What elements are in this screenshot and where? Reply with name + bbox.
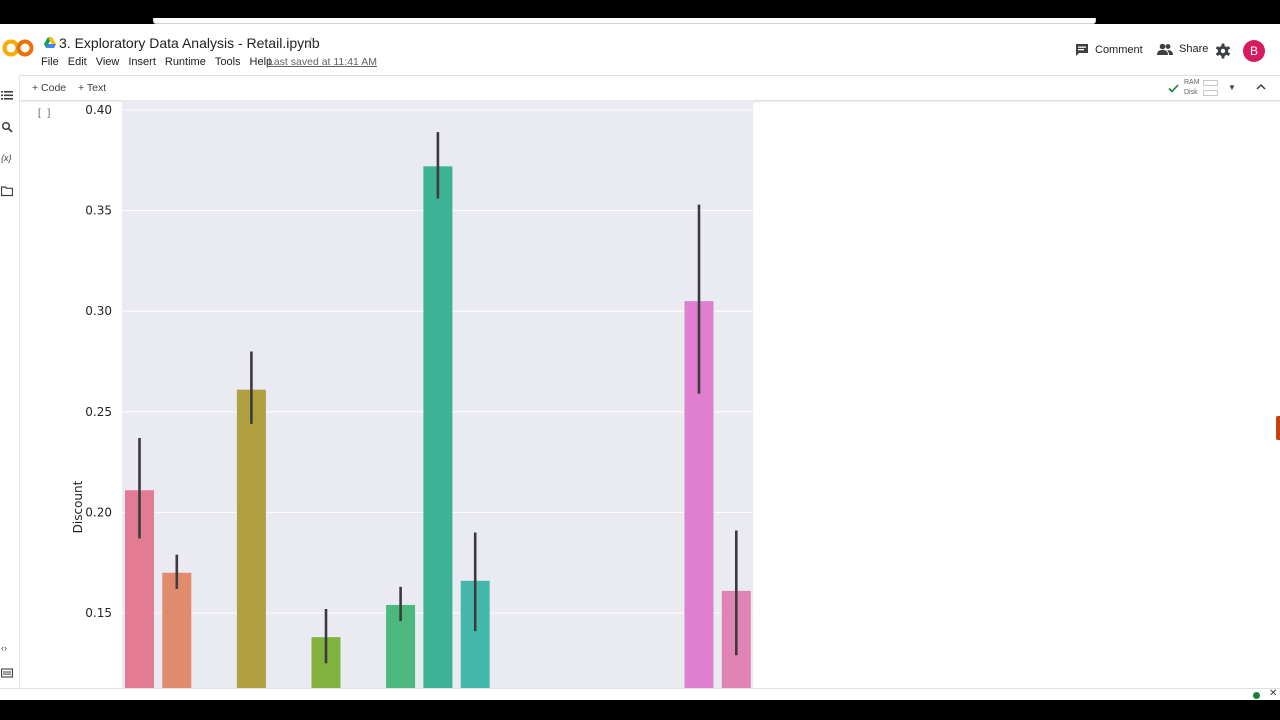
avatar[interactable]: B <box>1243 40 1265 62</box>
comment-label: Comment <box>1095 43 1143 56</box>
connected-status-icon <box>1253 692 1260 699</box>
discount-bar-chart: 0.15 0.20 0.25 0.30 0.35 0.40 Discount <box>71 100 753 690</box>
share-button[interactable]: Share <box>1157 43 1208 55</box>
colab-app: 3. Exploratory Data Analysis - Retail.ip… <box>0 24 1280 700</box>
search-icon[interactable] <box>1 121 13 133</box>
header: 3. Exploratory Data Analysis - Retail.ip… <box>0 24 1280 75</box>
star-outline-icon[interactable]: ☆ <box>305 34 318 51</box>
menu-tools[interactable]: Tools <box>215 56 241 68</box>
scroll-marker[interactable] <box>1276 416 1280 440</box>
menu-bar: File Edit View Insert Runtime Tools Help <box>41 56 281 68</box>
ram-label: RAM <box>1184 79 1200 86</box>
close-icon[interactable]: ✕ <box>1269 688 1277 699</box>
disk-label: Disk <box>1184 89 1198 96</box>
disk-meter <box>1203 90 1218 96</box>
comment-icon <box>1076 44 1088 56</box>
left-sidebar: {x} ‹› <box>0 75 20 700</box>
y-tick-label: 0.30 <box>85 304 112 318</box>
y-tick-label: 0.20 <box>85 505 112 519</box>
chevron-up-icon[interactable] <box>1256 83 1266 91</box>
resource-monitor[interactable]: RAM Disk ▼ <box>1168 78 1238 98</box>
ram-meter <box>1203 80 1218 86</box>
y-tick-label: 0.40 <box>85 103 112 117</box>
add-code-button[interactable]: + Code <box>32 82 66 94</box>
menu-view[interactable]: View <box>96 56 120 68</box>
notebook-title[interactable]: 3. Exploratory Data Analysis - Retail.ip… <box>59 35 320 51</box>
menu-file[interactable]: File <box>41 56 59 68</box>
table-of-contents-icon[interactable] <box>1 89 13 101</box>
add-text-button[interactable]: + Text <box>78 82 106 94</box>
bar <box>162 572 192 690</box>
code-icon[interactable]: ‹› <box>1 643 13 655</box>
variables-icon[interactable]: {x} <box>1 153 13 165</box>
notebook-toolbar: + Code + Text RAM Disk ▼ <box>20 75 1280 101</box>
gear-icon[interactable] <box>1215 43 1231 59</box>
bottom-black-bar <box>0 700 1280 720</box>
top-black-bar <box>0 0 1280 20</box>
y-axis-label: Discount <box>71 480 85 533</box>
folder-icon[interactable] <box>1 185 13 197</box>
terminal-icon[interactable] <box>1 667 13 679</box>
menu-runtime[interactable]: Runtime <box>165 56 206 68</box>
y-tick-label: 0.35 <box>85 204 112 218</box>
y-tick-label: 0.25 <box>85 405 112 419</box>
comment-button[interactable]: Comment <box>1075 43 1143 56</box>
chevron-down-icon[interactable]: ▼ <box>1228 83 1236 92</box>
people-icon <box>1157 43 1173 55</box>
google-drive-icon[interactable] <box>44 37 56 48</box>
colab-logo-icon[interactable] <box>2 36 34 60</box>
bar <box>423 166 453 690</box>
menu-insert[interactable]: Insert <box>128 56 156 68</box>
y-tick-labels: 0.15 0.20 0.25 0.30 0.35 0.40 <box>85 103 112 620</box>
last-saved-link[interactable]: Last saved at 11:41 AM <box>268 56 377 68</box>
status-bar: ✕ <box>0 688 1280 700</box>
share-label: Share <box>1179 43 1209 55</box>
menu-edit[interactable]: Edit <box>68 56 87 68</box>
y-tick-label: 0.15 <box>85 606 112 620</box>
bar <box>236 389 266 690</box>
check-icon <box>1168 84 1179 93</box>
screen: 3. Exploratory Data Analysis - Retail.ip… <box>0 0 1280 720</box>
